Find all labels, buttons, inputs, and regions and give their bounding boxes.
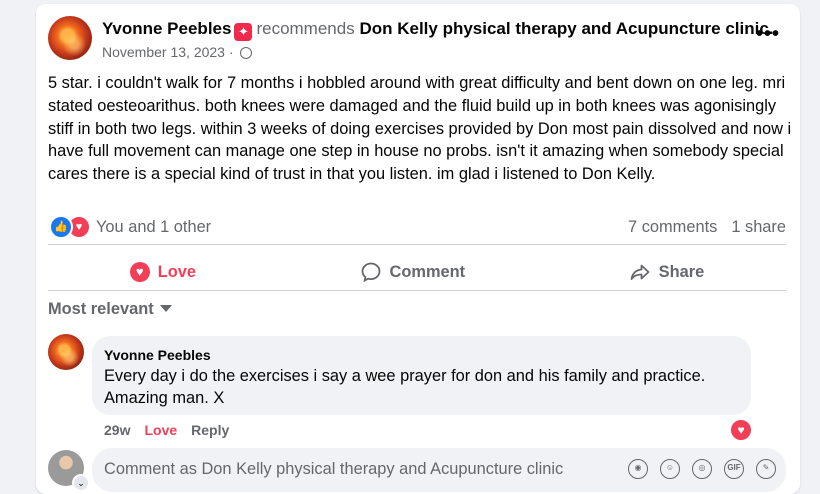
comment-actions: 29w Love Reply [104, 422, 243, 438]
comment-love-reaction-icon[interactable]: ♥ [730, 419, 752, 441]
commenter-avatar[interactable] [48, 334, 84, 370]
reaction-summary[interactable]: You and 1 other [96, 218, 211, 237]
author-name[interactable]: Yvonne Peebles [102, 19, 231, 38]
post-date[interactable]: November 13, 2023 [102, 44, 225, 60]
comments-count[interactable]: 7 comments [628, 218, 717, 236]
comment-input[interactable] [104, 460, 624, 479]
recommends-text: recommends [256, 19, 355, 38]
shares-count[interactable]: 1 share [731, 218, 786, 236]
more-options-button[interactable]: ••• [756, 24, 780, 44]
comment-icon [361, 262, 380, 283]
comment-time[interactable]: 29w [104, 422, 130, 438]
comment-composer[interactable]: ◉ ☺ ◎ GIF ✎ [92, 448, 786, 492]
comment-reply-button[interactable]: Reply [191, 422, 229, 438]
comment-button[interactable]: Comment [360, 261, 466, 283]
meta-separator: · [228, 44, 234, 60]
caret-down-icon [159, 305, 172, 312]
recommend-icon: ✦ [234, 23, 253, 41]
composer-icons: ◉ ☺ ◎ GIF ✎ [628, 459, 776, 479]
comment-love-button[interactable]: Love [144, 422, 177, 438]
divider [48, 244, 786, 245]
like-icon: 👍 [49, 215, 73, 239]
engagement-counts: 7 comments 1 share [628, 218, 786, 237]
share-label: Share [658, 262, 705, 281]
comment-author[interactable]: Yvonne Peebles [104, 346, 739, 364]
post-header: Yvonne Peebles ✦ recommends Don Kelly phys… [102, 18, 774, 41]
comment-bubble: Yvonne Peebles Every day i do the exerci… [92, 336, 751, 415]
love-label: Love [157, 262, 197, 281]
post-card: Yvonne Peebles ✦ recommends Don Kelly phys… [36, 4, 800, 494]
comment-label: Comment [389, 262, 466, 281]
heart-icon: ♥ [129, 262, 150, 282]
sort-label: Most relevant [48, 300, 154, 318]
share-icon [630, 264, 650, 280]
sort-dropdown[interactable]: Most relevant [48, 300, 172, 319]
page-name[interactable]: Don Kelly physical therapy and Acupunctu… [359, 19, 773, 38]
share-button[interactable]: Share [629, 261, 705, 283]
gif-icon[interactable]: GIF [724, 459, 744, 479]
author-avatar[interactable] [48, 16, 92, 60]
camera-icon[interactable]: ◎ [692, 459, 712, 479]
globe-icon [240, 47, 253, 59]
emoji-icon[interactable]: ☺ [660, 459, 680, 479]
divider [48, 290, 786, 291]
love-button[interactable]: ♥ Love [129, 262, 197, 282]
comment-text: Every day i do the exercises i say a wee… [104, 367, 706, 407]
action-bar: ♥ Love Comment Share [48, 250, 786, 294]
chevron-down-icon[interactable]: ⌄ [72, 474, 90, 492]
avatar-sticker-icon[interactable]: ◉ [628, 459, 648, 479]
post-text: 5 star. i couldn't walk for 7 months i h… [48, 74, 792, 184]
sticker-icon[interactable]: ✎ [756, 459, 776, 479]
post-meta: November 13, 2023 · [102, 42, 253, 62]
